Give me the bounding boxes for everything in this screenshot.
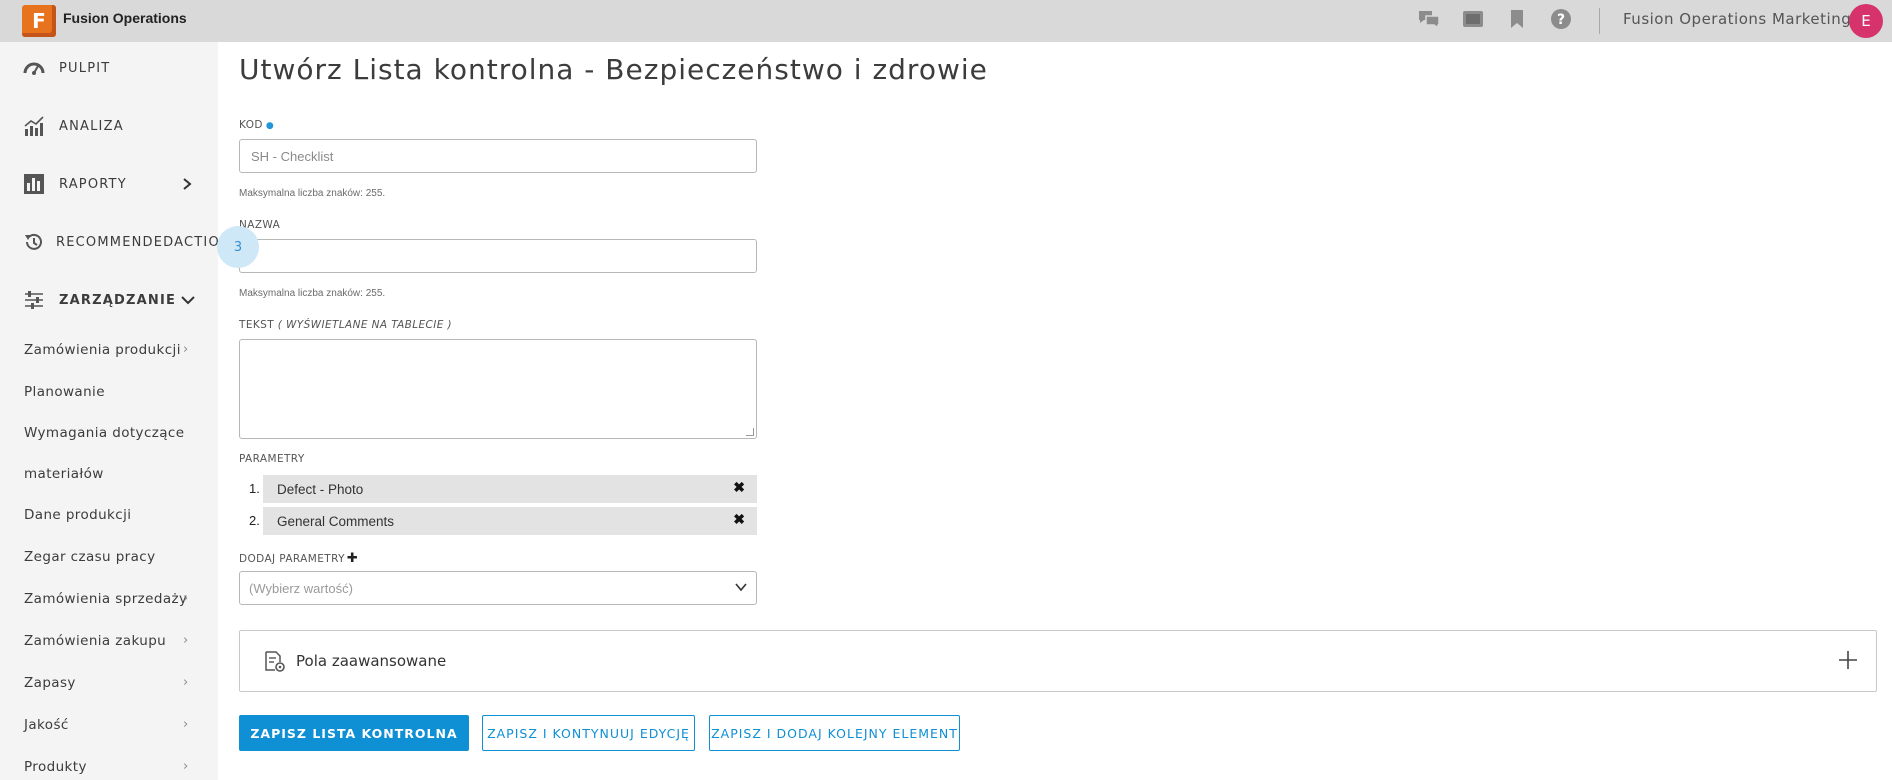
chevron-right-icon: › [183, 717, 189, 732]
sidebar-sub-item[interactable]: Zapasy [24, 675, 76, 691]
parameter-item[interactable]: Defect - Photo ✖ [263, 475, 757, 503]
top-bar: F Fusion Operations ? Fusion Operations … [0, 0, 1892, 42]
sidebar-item-analiza[interactable]: ANALIZA [0, 106, 218, 146]
save-checklist-button[interactable]: ZAPISZ LISTA KONTROLNA [239, 715, 469, 751]
parameter-row: 2. General Comments ✖ [249, 507, 757, 535]
remove-icon[interactable]: ✖ [733, 479, 745, 496]
sidebar-sub-item[interactable]: Dane produkcji [24, 507, 131, 523]
parameter-row: 1. Defect - Photo ✖ [249, 475, 757, 503]
chevron-right-icon: › [183, 342, 189, 357]
chevron-right-icon: › [183, 759, 189, 774]
sidebar-sub-item[interactable]: Zamówienia zakupu [24, 633, 166, 649]
select-placeholder: (Wybierz wartość) [249, 580, 353, 596]
reports-icon [24, 174, 44, 194]
sidebar-sub-item[interactable]: Wymagania dotyczące [24, 425, 184, 441]
sidebar-sub-item[interactable]: Jakość [24, 717, 69, 733]
chevron-down-icon [735, 583, 747, 592]
sidebar-item-zarzadzanie[interactable]: ZARZĄDZANIE [0, 280, 218, 320]
top-icons: ? [1418, 8, 1572, 30]
app-name: Fusion Operations [63, 10, 187, 26]
kod-label: KOD ● [239, 119, 275, 131]
divider [1599, 8, 1600, 34]
chevron-right-icon: › [183, 633, 189, 648]
kod-hint: Maksymalna liczba znaków: 255. [239, 188, 386, 199]
nazwa-hint: Maksymalna liczba znaków: 255. [239, 288, 386, 299]
nazwa-input[interactable] [239, 239, 757, 273]
help-icon[interactable]: ? [1550, 8, 1572, 30]
sidebar-sub-item[interactable]: Zamówienia produkcji [24, 342, 181, 358]
sidebar-sub-item[interactable]: materiałów [24, 466, 104, 482]
sidebar-item-label: PULPIT [59, 60, 111, 76]
plus-icon[interactable]: ✚ [347, 551, 358, 566]
sidebar-item-pulpit[interactable]: PULPIT [0, 48, 218, 88]
remove-icon[interactable]: ✖ [733, 511, 745, 528]
dodaj-parametry-label: DODAJ PARAMETRY ✚ [239, 551, 359, 566]
sidebar-item-label: RECOMMENDEDACTIONS [56, 234, 218, 250]
kod-input[interactable]: SH - Checklist [239, 139, 757, 173]
analytics-icon [24, 116, 44, 136]
sidebar-sub-item[interactable]: Zegar czasu pracy [24, 549, 156, 565]
chevron-right-icon [183, 178, 192, 190]
sliders-icon [25, 291, 43, 309]
advanced-fields-label: Pola zaawansowane [296, 652, 447, 670]
avatar[interactable]: E [1849, 4, 1883, 38]
chat-icon[interactable] [1418, 8, 1440, 30]
chevron-right-icon: › [183, 591, 189, 606]
save-add-another-button[interactable]: ZAPISZ I DODAJ KOLEJNY ELEMENT [709, 715, 960, 751]
sidebar-sub-item[interactable]: Produkty [24, 759, 87, 775]
dashboard-icon [23, 62, 45, 75]
resize-grip-icon[interactable] [746, 428, 754, 436]
fusion-logo-icon[interactable]: F [22, 5, 56, 37]
tekst-textarea[interactable] [239, 339, 757, 439]
parameter-name: General Comments [277, 513, 395, 529]
chevron-down-icon [181, 296, 195, 305]
sidebar-item-recommended-actions[interactable]: RECOMMENDEDACTIONS [0, 222, 218, 262]
history-icon [25, 233, 42, 250]
parameter-name: Defect - Photo [277, 481, 364, 497]
sidebar-item-label: RAPORTY [59, 176, 127, 192]
sidebar-sub-item[interactable]: Zamówienia sprzedaży [24, 591, 187, 607]
parameter-number: 2. [249, 513, 260, 528]
user-name[interactable]: Fusion Operations Marketing [1623, 10, 1851, 28]
sidebar: PULPIT ANALIZA RAPORTY RECOMMENDEDACTION… [0, 42, 218, 780]
settings-document-icon [265, 651, 285, 672]
svg-text:?: ? [1557, 12, 1565, 28]
page-title: Utwórz Lista kontrolna - Bezpieczeństwo … [239, 53, 988, 86]
sidebar-sub-item[interactable]: Planowanie [24, 384, 105, 400]
tablet-icon[interactable] [1462, 8, 1484, 30]
parameter-select[interactable]: (Wybierz wartość) [239, 571, 757, 605]
save-continue-button[interactable]: ZAPISZ I KONTYNUUJ EDYCJĘ [482, 715, 695, 751]
sidebar-item-raporty[interactable]: RAPORTY [0, 164, 218, 204]
bookmark-icon[interactable] [1506, 8, 1528, 30]
advanced-fields-panel[interactable]: Pola zaawansowane [239, 630, 1877, 692]
sidebar-item-label: ANALIZA [59, 118, 124, 134]
chevron-right-icon: › [183, 675, 189, 690]
required-dot-icon: ● [265, 121, 275, 131]
recommended-actions-badge[interactable]: 3 [217, 226, 259, 268]
expand-plus-icon[interactable] [1836, 648, 1860, 672]
tekst-label: TEKST ( WYŚWIETLANE NA TABLECIE ) [239, 319, 453, 331]
parameter-number: 1. [249, 481, 260, 496]
parametry-label: PARAMETRY [239, 453, 305, 465]
parameter-item[interactable]: General Comments ✖ [263, 507, 757, 535]
sidebar-item-label: ZARZĄDZANIE [59, 292, 177, 308]
